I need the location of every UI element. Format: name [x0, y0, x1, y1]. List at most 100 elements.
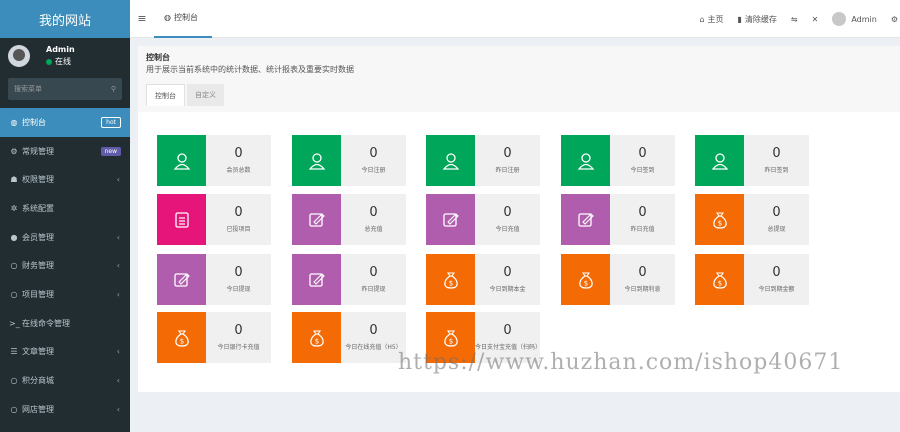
menu-badge: hot: [101, 116, 121, 128]
menu-badge: new: [100, 146, 121, 156]
sidebar: 我的网站 Admin 在线 搜索菜单 ⚲ ◍ 控制台 hot ⚙ 常规管理 new ☗ 权限管…: [0, 0, 130, 432]
edit-icon: [292, 194, 341, 245]
sidebar-item-11[interactable]: ○站内信: [0, 424, 130, 432]
sub-tabs: 控制台 自定义: [146, 84, 226, 106]
sidebar-item-0[interactable]: ◍ 控制台 hot: [0, 108, 130, 137]
stat-value: 0: [369, 265, 378, 280]
sidebar-item-9[interactable]: ○ 积分商城 ‹: [0, 366, 130, 395]
stat-label: 昨日提现: [361, 286, 386, 293]
stat-card: 0 已投项目: [157, 194, 271, 245]
money-bag-icon: $: [695, 254, 744, 305]
stat-card: 0 今日签到: [561, 135, 675, 186]
tab-dashboard-label: 控制台: [173, 13, 198, 22]
sidebar-item-label: 常规管理: [22, 146, 54, 156]
sidebar-item-3[interactable]: ✲ 系统配置: [0, 194, 130, 223]
clear-cache-button[interactable]: ▮ 清除缓存: [738, 14, 777, 25]
user-icon: ●: [10, 232, 18, 242]
money-bag-icon: $: [561, 254, 610, 305]
stat-value: 0: [503, 265, 512, 280]
tab-console[interactable]: 控制台: [146, 84, 185, 106]
chevron-left-icon: ‹: [116, 404, 120, 414]
chevron-left-icon: ‹: [116, 347, 120, 357]
fullscreen-icon: ✕: [811, 14, 819, 24]
sidebar-item-10[interactable]: ○ 网店管理 ‹: [0, 395, 130, 424]
page-description: 用于展示当前系统中的统计数据、统计报表及重要实时数据: [146, 65, 354, 74]
stat-value: 0: [638, 265, 647, 280]
list-icon: ☰: [10, 347, 18, 357]
edit-icon: [426, 194, 475, 245]
user-status: 在线: [46, 56, 75, 67]
translate-icon: ⇋: [790, 14, 798, 24]
svg-text:$: $: [314, 337, 318, 345]
sidebar-item-6[interactable]: ○ 项目管理 ‹: [0, 280, 130, 309]
stat-card: 0 今日注册: [292, 135, 406, 186]
admin-avatar: [832, 12, 847, 26]
sidebar-item-5[interactable]: ○ 财务管理 ‹: [0, 251, 130, 280]
chevron-left-icon: ‹: [116, 376, 120, 386]
stat-value: 0: [772, 205, 781, 220]
stat-label: 今日签到: [630, 167, 655, 174]
sidebar-item-label: 积分商城: [22, 376, 54, 386]
chevron-left-icon: ‹: [116, 289, 120, 299]
fullscreen-button[interactable]: ✕: [812, 15, 819, 24]
sidebar-toggle-icon[interactable]: ≡: [130, 12, 154, 25]
settings-button[interactable]: ⚙: [891, 15, 898, 24]
stat-value: 0: [234, 146, 243, 161]
stat-value: 0: [638, 205, 647, 220]
stat-label: 今日银行卡充值: [217, 344, 260, 351]
stat-value: 0: [234, 265, 243, 280]
sidebar-item-8[interactable]: ☰ 文章管理 ‹: [0, 338, 130, 367]
stat-value: 0: [772, 146, 781, 161]
stat-card: 0 今日充值: [426, 194, 540, 245]
language-button[interactable]: ⇋: [791, 15, 798, 24]
home-link[interactable]: ⌂ 主页: [699, 14, 723, 25]
stat-card: 0 昨日充值: [561, 194, 675, 245]
admin-menu[interactable]: Admin: [832, 12, 877, 26]
sidebar-item-1[interactable]: ⚙ 常规管理 new: [0, 137, 130, 166]
stat-card: $0 今日到期金额: [695, 254, 809, 305]
circle-icon: ○: [10, 376, 18, 386]
clipboard-icon: [157, 194, 206, 245]
stat-card: 0 今日提现: [157, 254, 271, 305]
trash-icon: ▮: [737, 14, 742, 24]
sidebar-item-label: 权限管理: [22, 175, 54, 185]
watermark-text: https://www.huzhan.com/ishop40671: [398, 350, 844, 375]
brand-logo[interactable]: 我的网站: [0, 0, 130, 38]
sidebar-item-7[interactable]: >_ 在线命令管理: [0, 309, 130, 338]
home-icon: ⌂: [699, 14, 705, 24]
stat-card: 0 昨日提现: [292, 254, 406, 305]
stat-label: 今日到期本金: [489, 286, 526, 293]
tab-dashboard[interactable]: ◍ 控制台: [154, 0, 212, 38]
stat-card: $0 今日银行卡充值: [157, 312, 271, 363]
page-title: 控制台: [146, 53, 170, 62]
user-status-text: 在线: [55, 57, 71, 66]
stat-value: 0: [234, 205, 243, 220]
stat-label: 今日到期利息: [624, 286, 661, 293]
top-navbar: ≡ ◍ 控制台 ⌂ 主页 ▮ 清除缓存 ⇋ ✕ Admin ⚙: [130, 0, 900, 38]
stat-value: 0: [369, 323, 378, 338]
search-icon[interactable]: ⚲: [111, 85, 116, 93]
sidebar-item-4[interactable]: ● 会员管理 ‹: [0, 223, 130, 252]
stat-card: $0 今日到期利息: [561, 254, 675, 305]
money-bag-icon: $: [157, 312, 206, 363]
user-icon: [561, 135, 610, 186]
user-icon: [426, 135, 475, 186]
sidebar-item-2[interactable]: ☗ 权限管理 ‹: [0, 165, 130, 194]
stat-label: 今日到期金额: [758, 286, 795, 293]
sidebar-item-label: 系统配置: [22, 203, 54, 213]
search-input[interactable]: 搜索菜单 ⚲: [8, 78, 122, 100]
tab-custom[interactable]: 自定义: [187, 84, 224, 106]
edit-icon: [157, 254, 206, 305]
user-icon: [292, 135, 341, 186]
stat-value: 0: [772, 265, 781, 280]
dashboard-icon: ◍: [164, 13, 171, 22]
dashboard-icon: ◍: [10, 117, 18, 127]
money-bag-icon: $: [426, 254, 475, 305]
clear-cache-label: 清除缓存: [744, 14, 777, 24]
user-icon: [157, 135, 206, 186]
user-icon: [695, 135, 744, 186]
chevron-left-icon: ‹: [116, 232, 120, 242]
stat-label: 会员总数: [226, 167, 251, 174]
stat-label: 今日提现: [226, 286, 251, 293]
stat-card: 0 总充值: [292, 194, 406, 245]
